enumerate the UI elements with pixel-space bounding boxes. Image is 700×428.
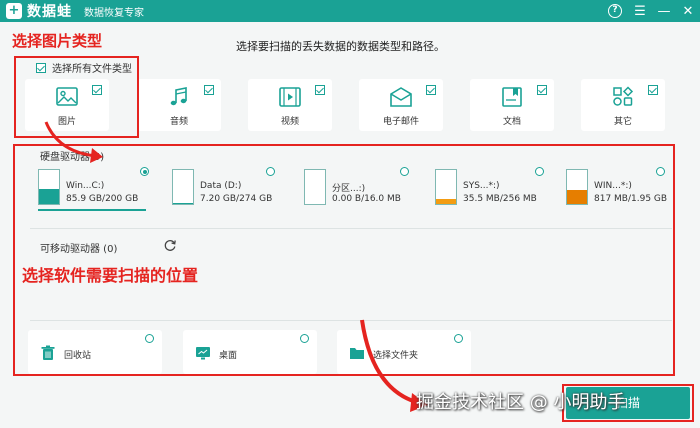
type-label: 音频 (169, 117, 188, 127)
music-icon (170, 87, 187, 106)
email-icon (390, 87, 412, 107)
type-card-other[interactable]: 其它 (581, 79, 665, 131)
app-name: 数据蛙 (27, 4, 72, 20)
type-checkbox[interactable] (648, 85, 658, 95)
title-bar: + 数据蛙 数据恢复专家 ? ☰ — ✕ (0, 0, 700, 22)
watermark: 掘金技术社区 @ 小明助手 (416, 392, 626, 413)
instruction-text: 选择要扫描的丢失数据的数据类型和路径。 (236, 40, 445, 53)
app-logo: + 数据蛙 (6, 1, 72, 21)
close-icon[interactable]: ✕ (676, 4, 700, 19)
type-label: 文档 (502, 117, 521, 127)
annotation-box-types (14, 56, 139, 138)
app-logo-icon: + (6, 3, 22, 19)
video-icon (279, 87, 301, 107)
type-card-document[interactable]: 文档 (470, 79, 554, 131)
type-label: 视频 (280, 117, 299, 127)
minimize-icon[interactable]: — (652, 4, 676, 19)
annotation-box-locations (13, 144, 675, 376)
type-checkbox[interactable] (204, 85, 214, 95)
type-card-audio[interactable]: 音频 (137, 79, 221, 131)
menu-icon[interactable]: ☰ (628, 4, 652, 19)
type-card-email[interactable]: 电子邮件 (359, 79, 443, 131)
type-checkbox[interactable] (315, 85, 325, 95)
help-icon[interactable]: ? (608, 4, 622, 18)
app-subtitle: 数据恢复专家 (84, 7, 144, 19)
type-label: 电子邮件 (382, 117, 419, 127)
type-label: 其它 (613, 117, 632, 127)
type-checkbox[interactable] (537, 85, 547, 95)
type-checkbox[interactable] (426, 85, 436, 95)
document-icon (502, 87, 522, 107)
annotation-select-types: 选择图片类型 (12, 32, 103, 50)
other-icon (613, 86, 634, 106)
type-card-video[interactable]: 视频 (248, 79, 332, 131)
